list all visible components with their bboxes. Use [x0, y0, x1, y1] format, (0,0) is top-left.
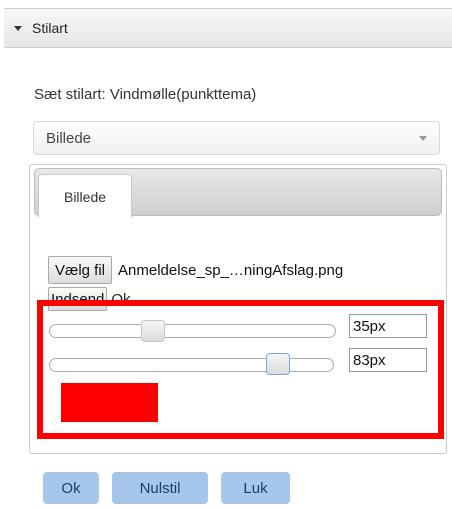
tab-image[interactable]: Billede	[38, 174, 132, 218]
ok-button[interactable]: Ok	[43, 472, 99, 504]
style-select[interactable]: Billede	[33, 121, 440, 155]
panel-title: Stilart	[32, 20, 68, 36]
caret-down-icon	[14, 25, 22, 31]
style-label: Sæt stilart: Vindmølle(punkttema)	[34, 86, 257, 103]
selected-file-name: Anmeldelse_sp_…ningAfslag.png	[118, 261, 344, 279]
style-select-value: Billede	[46, 129, 92, 147]
style-panel-header[interactable]: Stilart	[4, 8, 452, 48]
choose-file-button[interactable]: Vælg fil	[48, 256, 113, 284]
file-upload-row: Vælg fil Anmeldelse_sp_…ningAfslag.png	[48, 256, 343, 284]
chevron-down-icon	[419, 135, 427, 141]
close-button[interactable]: Luk	[221, 472, 290, 504]
highlight-box	[37, 300, 444, 439]
reset-button[interactable]: Nulstil	[112, 472, 208, 504]
